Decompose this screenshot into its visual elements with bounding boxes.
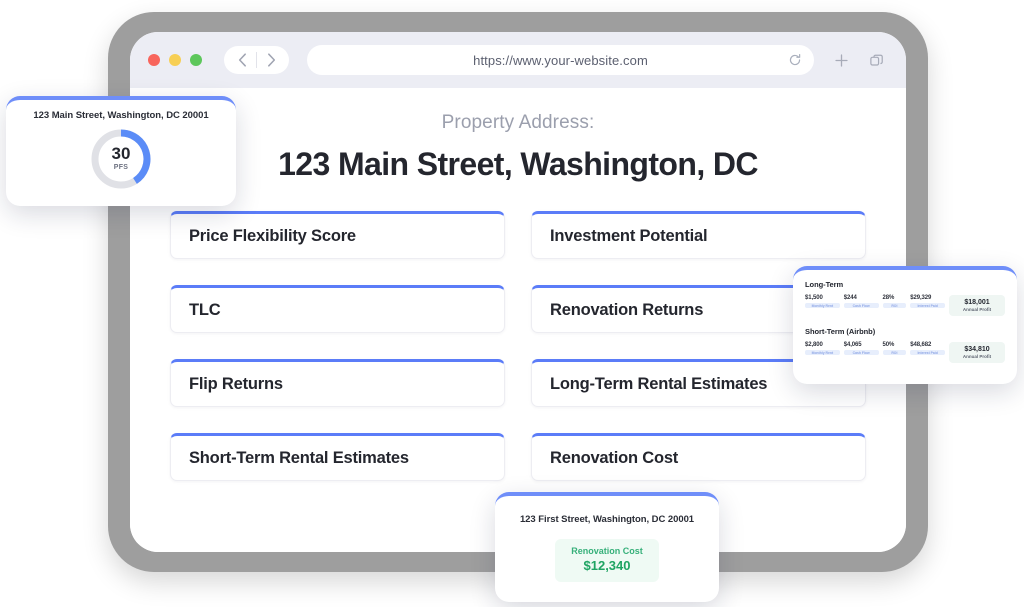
metric-label: Cash Flow: [843, 350, 879, 355]
pfs-score-unit: PFS: [113, 164, 129, 171]
accordion-label: Renovation Cost: [550, 448, 679, 467]
accordion-item-renovation-cost[interactable]: Renovation Cost: [531, 433, 866, 481]
toolbar-actions: [834, 53, 888, 68]
accordion-label: Flip Returns: [189, 374, 283, 393]
minimize-window-button[interactable]: [169, 54, 181, 66]
rental-metric-cash-flow: $244 Cash Flow: [843, 295, 879, 308]
pfs-score-value: 30: [111, 144, 131, 163]
reload-icon[interactable]: [788, 53, 802, 67]
rental-estimates-card: Long-Term $1,500 Monthly Rent $244 Cash …: [793, 266, 1017, 384]
window-controls: [148, 54, 202, 66]
rental-metric-roi: 50% ROI: [882, 342, 907, 355]
accordion-label: Investment Potential: [550, 226, 708, 245]
annual-profit-value: $34,810: [964, 346, 990, 353]
pfs-gauge-wrapper: 30 PFS: [6, 127, 236, 191]
pfs-card-address: 123 Main Street, Washington, DC 20001: [33, 110, 209, 121]
screenshot-root: https://www.your-website.com Property Ad…: [0, 0, 1024, 607]
property-address-label: Property Address:: [441, 112, 595, 133]
accordion-item-price-flexibility-score[interactable]: Price Flexibility Score: [170, 211, 505, 259]
rental-metric-monthly-rent: $1,500 Monthly Rent: [805, 295, 840, 308]
rental-row-short-term: $2,800 Monthly Rent $4,065 Cash Flow 50%…: [805, 342, 1006, 363]
rental-metric-cash-flow: $4,065 Cash Flow: [843, 342, 879, 355]
rental-section-title-short-term: Short-Term (Airbnb): [805, 327, 876, 336]
page-title: 123 Main Street, Washington, DC: [278, 146, 758, 182]
accordion-label: TLC: [189, 300, 221, 319]
rental-annual-profit-short-term: $34,810 Annual Profit: [949, 342, 1006, 363]
metric-label: Monthly Rent: [805, 350, 840, 355]
rental-metric-interest-paid: $48,682 Interest Paid: [910, 342, 946, 355]
accordion-item-flip-returns[interactable]: Flip Returns: [170, 359, 505, 407]
pfs-score-card: 123 Main Street, Washington, DC 20001 30…: [6, 96, 236, 206]
rental-annual-profit-long-term: $18,001 Annual Profit: [949, 295, 1006, 316]
pfs-gauge: 30 PFS: [89, 127, 153, 191]
rental-metric-monthly-rent: $2,800 Monthly Rent: [805, 342, 840, 355]
metric-label: Interest Paid: [910, 303, 946, 308]
annual-profit-label: Annual Profit: [962, 354, 992, 359]
metric-value: $48,682: [910, 342, 932, 348]
renovation-cost-card: 123 First Street, Washington, DC 20001 R…: [495, 492, 719, 602]
browser-toolbar: https://www.your-website.com: [130, 32, 906, 88]
metric-label: ROI: [882, 350, 907, 355]
accordion-item-short-term-rental-estimates[interactable]: Short-Term Rental Estimates: [170, 433, 505, 481]
metric-label: Monthly Rent: [805, 303, 840, 308]
reno-card-address: 123 First Street, Washington, DC 20001: [519, 514, 695, 525]
plus-icon[interactable]: [834, 53, 849, 68]
renovation-cost-label: Renovation Cost: [571, 546, 643, 556]
back-button[interactable]: [228, 47, 256, 73]
rental-metric-interest-paid: $29,329 Interest Paid: [910, 295, 946, 308]
browser-window: https://www.your-website.com Property Ad…: [130, 32, 906, 552]
accordion-item-investment-potential[interactable]: Investment Potential: [531, 211, 866, 259]
annual-profit-label: Annual Profit: [962, 307, 992, 312]
accordion-item-tlc[interactable]: TLC: [170, 285, 505, 333]
metric-value: $29,329: [910, 295, 932, 301]
metric-label: Cash Flow: [843, 303, 879, 308]
accordion-label: Long-Term Rental Estimates: [550, 374, 768, 393]
copy-tabs-icon[interactable]: [869, 53, 884, 68]
accordion-label: Short-Term Rental Estimates: [189, 448, 409, 467]
metric-value: 50%: [882, 342, 895, 348]
metric-value: 28%: [882, 295, 895, 301]
url-text: https://www.your-website.com: [473, 52, 648, 68]
renovation-cost-value: $12,340: [583, 558, 631, 573]
address-bar[interactable]: https://www.your-website.com: [307, 45, 814, 75]
metric-value: $244: [843, 295, 857, 301]
accordion-grid: Price Flexibility Score Investment Poten…: [170, 211, 866, 481]
metric-label: ROI: [882, 303, 907, 308]
metric-value: $1,500: [805, 295, 823, 301]
page-content: Property Address: 123 Main Street, Washi…: [130, 88, 906, 552]
rental-row-long-term: $1,500 Monthly Rent $244 Cash Flow 28% R…: [805, 295, 1006, 316]
forward-button[interactable]: [257, 47, 285, 73]
metric-label: Interest Paid: [910, 350, 946, 355]
annual-profit-value: $18,001: [964, 299, 990, 306]
accordion-label: Price Flexibility Score: [189, 226, 356, 245]
renovation-cost-box: Renovation Cost $12,340: [555, 539, 659, 582]
metric-value: $2,800: [805, 342, 823, 348]
close-window-button[interactable]: [148, 54, 160, 66]
rental-section-title-long-term: Long-Term: [805, 280, 844, 289]
navigation-controls: [224, 46, 289, 74]
accordion-label: Renovation Returns: [550, 300, 704, 319]
metric-value: $4,065: [843, 342, 862, 348]
rental-metric-roi: 28% ROI: [882, 295, 907, 308]
maximize-window-button[interactable]: [190, 54, 202, 66]
